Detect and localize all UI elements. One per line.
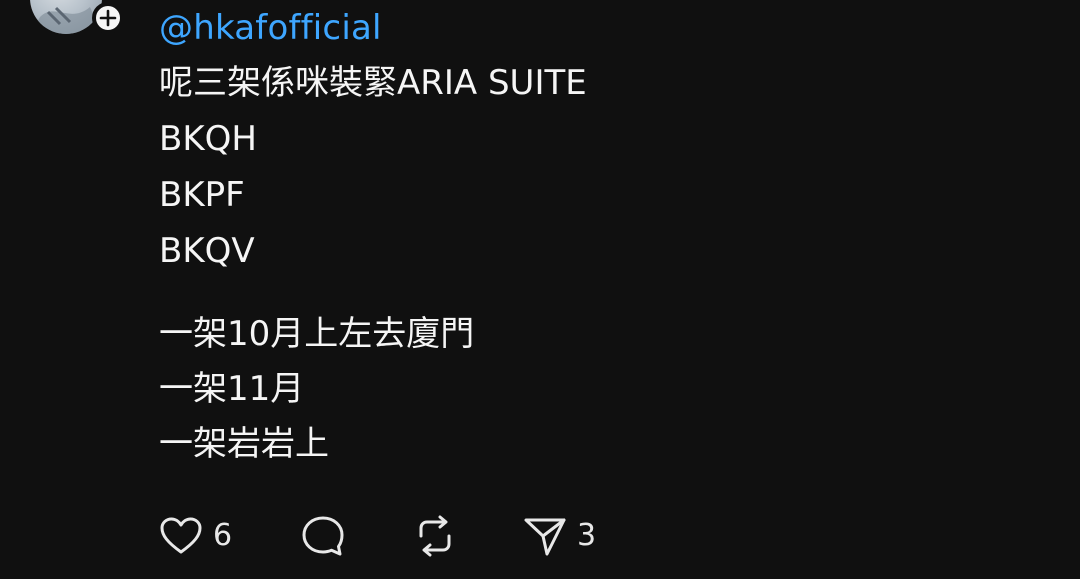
share-count: 3 bbox=[577, 518, 597, 553]
plus-icon bbox=[99, 9, 117, 27]
speech-bubble-icon bbox=[302, 516, 344, 556]
post-line: BKPF bbox=[159, 175, 245, 215]
like-count: 6 bbox=[213, 518, 233, 553]
heart-icon bbox=[160, 517, 202, 554]
post-line: BKQH bbox=[159, 119, 257, 159]
post-line: 一架11月 bbox=[159, 369, 305, 409]
reply-button[interactable] bbox=[300, 514, 346, 558]
post-text: 呢三架係咪裝緊ARIA SUITE BKQH BKPF BKQV 一架10月上左… bbox=[159, 60, 587, 476]
author-handle[interactable]: @hkafofficial bbox=[159, 8, 382, 48]
post-actions: 6 3 bbox=[159, 514, 759, 558]
follow-button[interactable] bbox=[92, 2, 124, 34]
send-icon bbox=[524, 518, 566, 556]
author-avatar-wrap[interactable] bbox=[30, 0, 124, 34]
like-button[interactable]: 6 bbox=[159, 514, 232, 558]
post-line: 一架10月上左去廈門 bbox=[159, 314, 475, 354]
post-line: BKQV bbox=[159, 231, 255, 271]
post-line: 一架岩岩上 bbox=[159, 424, 329, 464]
post-line: 呢三架係咪裝緊ARIA SUITE bbox=[159, 63, 587, 103]
repost-button[interactable] bbox=[412, 514, 458, 558]
repost-icon bbox=[419, 515, 451, 557]
share-button[interactable]: 3 bbox=[523, 514, 596, 558]
